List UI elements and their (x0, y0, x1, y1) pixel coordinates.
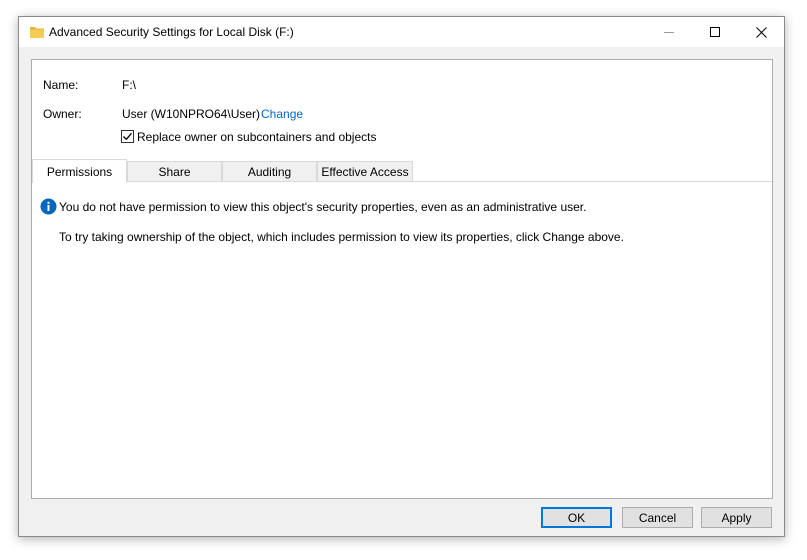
maximize-button[interactable] (692, 17, 738, 47)
info-icon (40, 198, 57, 215)
window-title: Advanced Security Settings for Local Dis… (49, 25, 294, 39)
folder-icon (30, 27, 44, 38)
tab-share[interactable]: Share (127, 161, 222, 182)
maximize-icon (710, 27, 720, 37)
ok-button[interactable]: OK (541, 507, 612, 528)
no-permission-message: You do not have permission to view this … (59, 200, 587, 214)
take-ownership-message: To try taking ownership of the object, w… (59, 230, 624, 244)
advanced-security-settings-window: Advanced Security Settings for Local Dis… (18, 16, 785, 537)
owner-label: Owner: (43, 107, 82, 121)
name-label: Name: (43, 78, 79, 92)
tab-effective-access[interactable]: Effective Access (317, 161, 413, 182)
apply-button[interactable]: Apply (701, 507, 772, 528)
replace-owner-checkbox[interactable] (121, 130, 134, 143)
close-button[interactable] (738, 17, 784, 47)
tab-permissions[interactable]: Permissions (32, 159, 127, 183)
tab-auditing[interactable]: Auditing (222, 161, 317, 182)
name-value: F:\ (122, 78, 136, 92)
change-owner-link[interactable]: Change (261, 107, 303, 121)
settings-panel: Name: F:\ Owner: User (W10NPRO64\User) C… (31, 59, 773, 499)
minimize-icon (664, 32, 674, 33)
checkmark-icon (123, 132, 132, 141)
cancel-button[interactable]: Cancel (622, 507, 693, 528)
tab-divider (32, 181, 772, 182)
owner-value: User (W10NPRO64\User) (122, 107, 261, 121)
replace-owner-label: Replace owner on subcontainers and objec… (137, 130, 377, 144)
close-icon (755, 26, 767, 38)
title-bar[interactable]: Advanced Security Settings for Local Dis… (19, 17, 784, 47)
minimize-button[interactable] (646, 17, 692, 47)
